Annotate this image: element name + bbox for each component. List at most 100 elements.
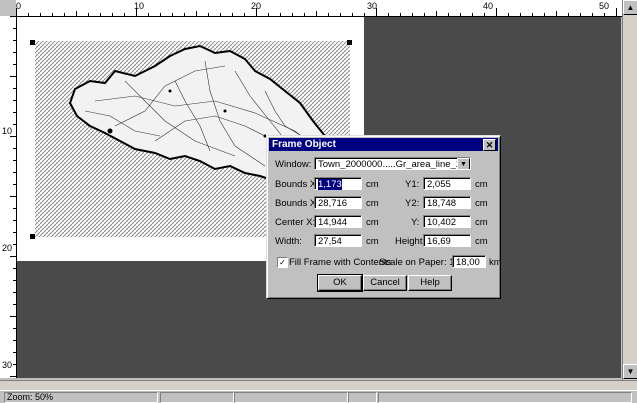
y-field[interactable]: 10,402: [423, 215, 471, 228]
ruler-tick: [16, 8, 17, 16]
fill-frame-label[interactable]: Fill Frame with Contents: [289, 257, 391, 268]
window-select-value: Town_2000000.....Gr_area_line_2000000 Ma…: [318, 159, 470, 170]
height-label: Height:: [395, 236, 426, 247]
frame-object-dialog: Frame Object ✕ Window: Town_2000000.....…: [266, 135, 502, 299]
ruler-tick: [52, 13, 53, 16]
width-field[interactable]: 27,54: [314, 234, 362, 247]
ruler-tick: [13, 328, 16, 329]
ruler-tick: [616, 8, 617, 16]
ruler-tick: [10, 76, 16, 77]
unit-label: cm: [475, 236, 488, 247]
ruler-tick: [520, 13, 521, 16]
ruler-tick: [472, 13, 473, 16]
y2-label: Y2:: [405, 198, 420, 209]
ruler-label: 20: [2, 243, 13, 253]
selection-handle[interactable]: [30, 234, 35, 239]
bounds-x1-field[interactable]: 1,173: [314, 177, 362, 190]
fill-frame-checkbox[interactable]: ✓: [277, 257, 288, 268]
selection-handle[interactable]: [347, 40, 352, 45]
ruler-tick: [100, 13, 101, 16]
ruler-tick: [184, 13, 185, 16]
unit-label: cm: [366, 217, 379, 228]
ruler-tick: [304, 13, 305, 16]
ruler-tick: [13, 88, 16, 89]
chevron-down-icon[interactable]: ▼: [457, 158, 470, 169]
ruler-tick: [172, 13, 173, 16]
ruler-tick: [280, 13, 281, 16]
bounds-x1-value: 1,173: [318, 179, 342, 190]
height-field[interactable]: 16,69: [423, 234, 471, 247]
cancel-button[interactable]: Cancel: [363, 275, 407, 291]
center-x-field[interactable]: 14,944: [314, 215, 362, 228]
ruler-label: 50: [599, 1, 610, 11]
ruler-tick: [10, 256, 16, 257]
ruler-tick: [508, 13, 509, 16]
ruler-tick: [568, 13, 569, 16]
ruler-tick: [316, 11, 317, 16]
ruler-tick: [40, 13, 41, 16]
ruler-tick: [10, 376, 16, 377]
ruler-tick: [13, 100, 16, 101]
ruler-tick: [64, 13, 65, 16]
ruler-tick: [436, 11, 437, 16]
y1-field[interactable]: 2,055: [423, 177, 471, 190]
horizontal-ruler: 0 10 20 30 40 50: [16, 0, 622, 17]
status-bar: Zoom: 50%: [0, 390, 637, 403]
ruler-tick: [13, 52, 16, 53]
scroll-up-button[interactable]: ▲: [623, 0, 637, 15]
ruler-tick: [364, 13, 365, 16]
ruler-tick: [376, 8, 377, 16]
status-panel: [160, 392, 234, 403]
ruler-tick: [10, 196, 16, 197]
vertical-scrollbar[interactable]: ▲ ▼: [622, 0, 637, 380]
scale-field[interactable]: 18,00: [452, 255, 486, 268]
status-panel: [378, 392, 632, 403]
ruler-tick: [13, 268, 16, 269]
selection-handle[interactable]: [30, 40, 35, 45]
window-label: Window:: [275, 159, 312, 170]
ruler-tick: [76, 11, 77, 16]
ruler-tick: [13, 172, 16, 173]
ruler-tick: [13, 208, 16, 209]
ruler-tick: [232, 13, 233, 16]
ruler-tick: [13, 232, 16, 233]
dialog-title: Frame Object: [272, 139, 336, 150]
ruler-tick: [13, 304, 16, 305]
ruler-tick: [13, 184, 16, 185]
y1-label: Y1:: [405, 179, 420, 190]
scroll-down-button[interactable]: ▼: [623, 364, 637, 379]
ruler-tick: [352, 13, 353, 16]
ruler-tick: [412, 13, 413, 16]
scale-unit: km: [489, 257, 502, 268]
y-label: Y:: [411, 217, 420, 228]
unit-label: cm: [475, 179, 488, 190]
ruler-tick: [13, 160, 16, 161]
ruler-tick: [112, 13, 113, 16]
ruler-tick: [292, 13, 293, 16]
ruler-tick: [148, 13, 149, 16]
ruler-tick: [532, 13, 533, 16]
ruler-tick: [13, 148, 16, 149]
ruler-tick: [136, 8, 137, 16]
ruler-tick: [10, 136, 16, 137]
close-icon[interactable]: ✕: [483, 139, 496, 151]
ruler-tick: [13, 292, 16, 293]
ruler-tick: [13, 340, 16, 341]
unit-label: cm: [366, 236, 379, 247]
ruler-tick: [88, 13, 89, 16]
ruler-tick: [13, 244, 16, 245]
y2-field[interactable]: 18,748: [423, 196, 471, 209]
ruler-tick: [484, 13, 485, 16]
window-select[interactable]: Town_2000000.....Gr_area_line_2000000 Ma…: [314, 157, 471, 170]
ruler-tick: [13, 220, 16, 221]
ruler-tick: [13, 112, 16, 113]
zoom-status: Zoom: 50%: [4, 392, 158, 403]
ruler-tick: [544, 13, 545, 16]
ruler-tick: [10, 316, 16, 317]
dialog-titlebar[interactable]: Frame Object ✕: [269, 138, 498, 151]
bounds-x2-field[interactable]: 28,716: [314, 196, 362, 209]
help-button[interactable]: Help: [408, 275, 452, 291]
ruler-tick: [256, 8, 257, 16]
ok-button[interactable]: OK: [317, 274, 363, 292]
ruler-tick: [13, 280, 16, 281]
